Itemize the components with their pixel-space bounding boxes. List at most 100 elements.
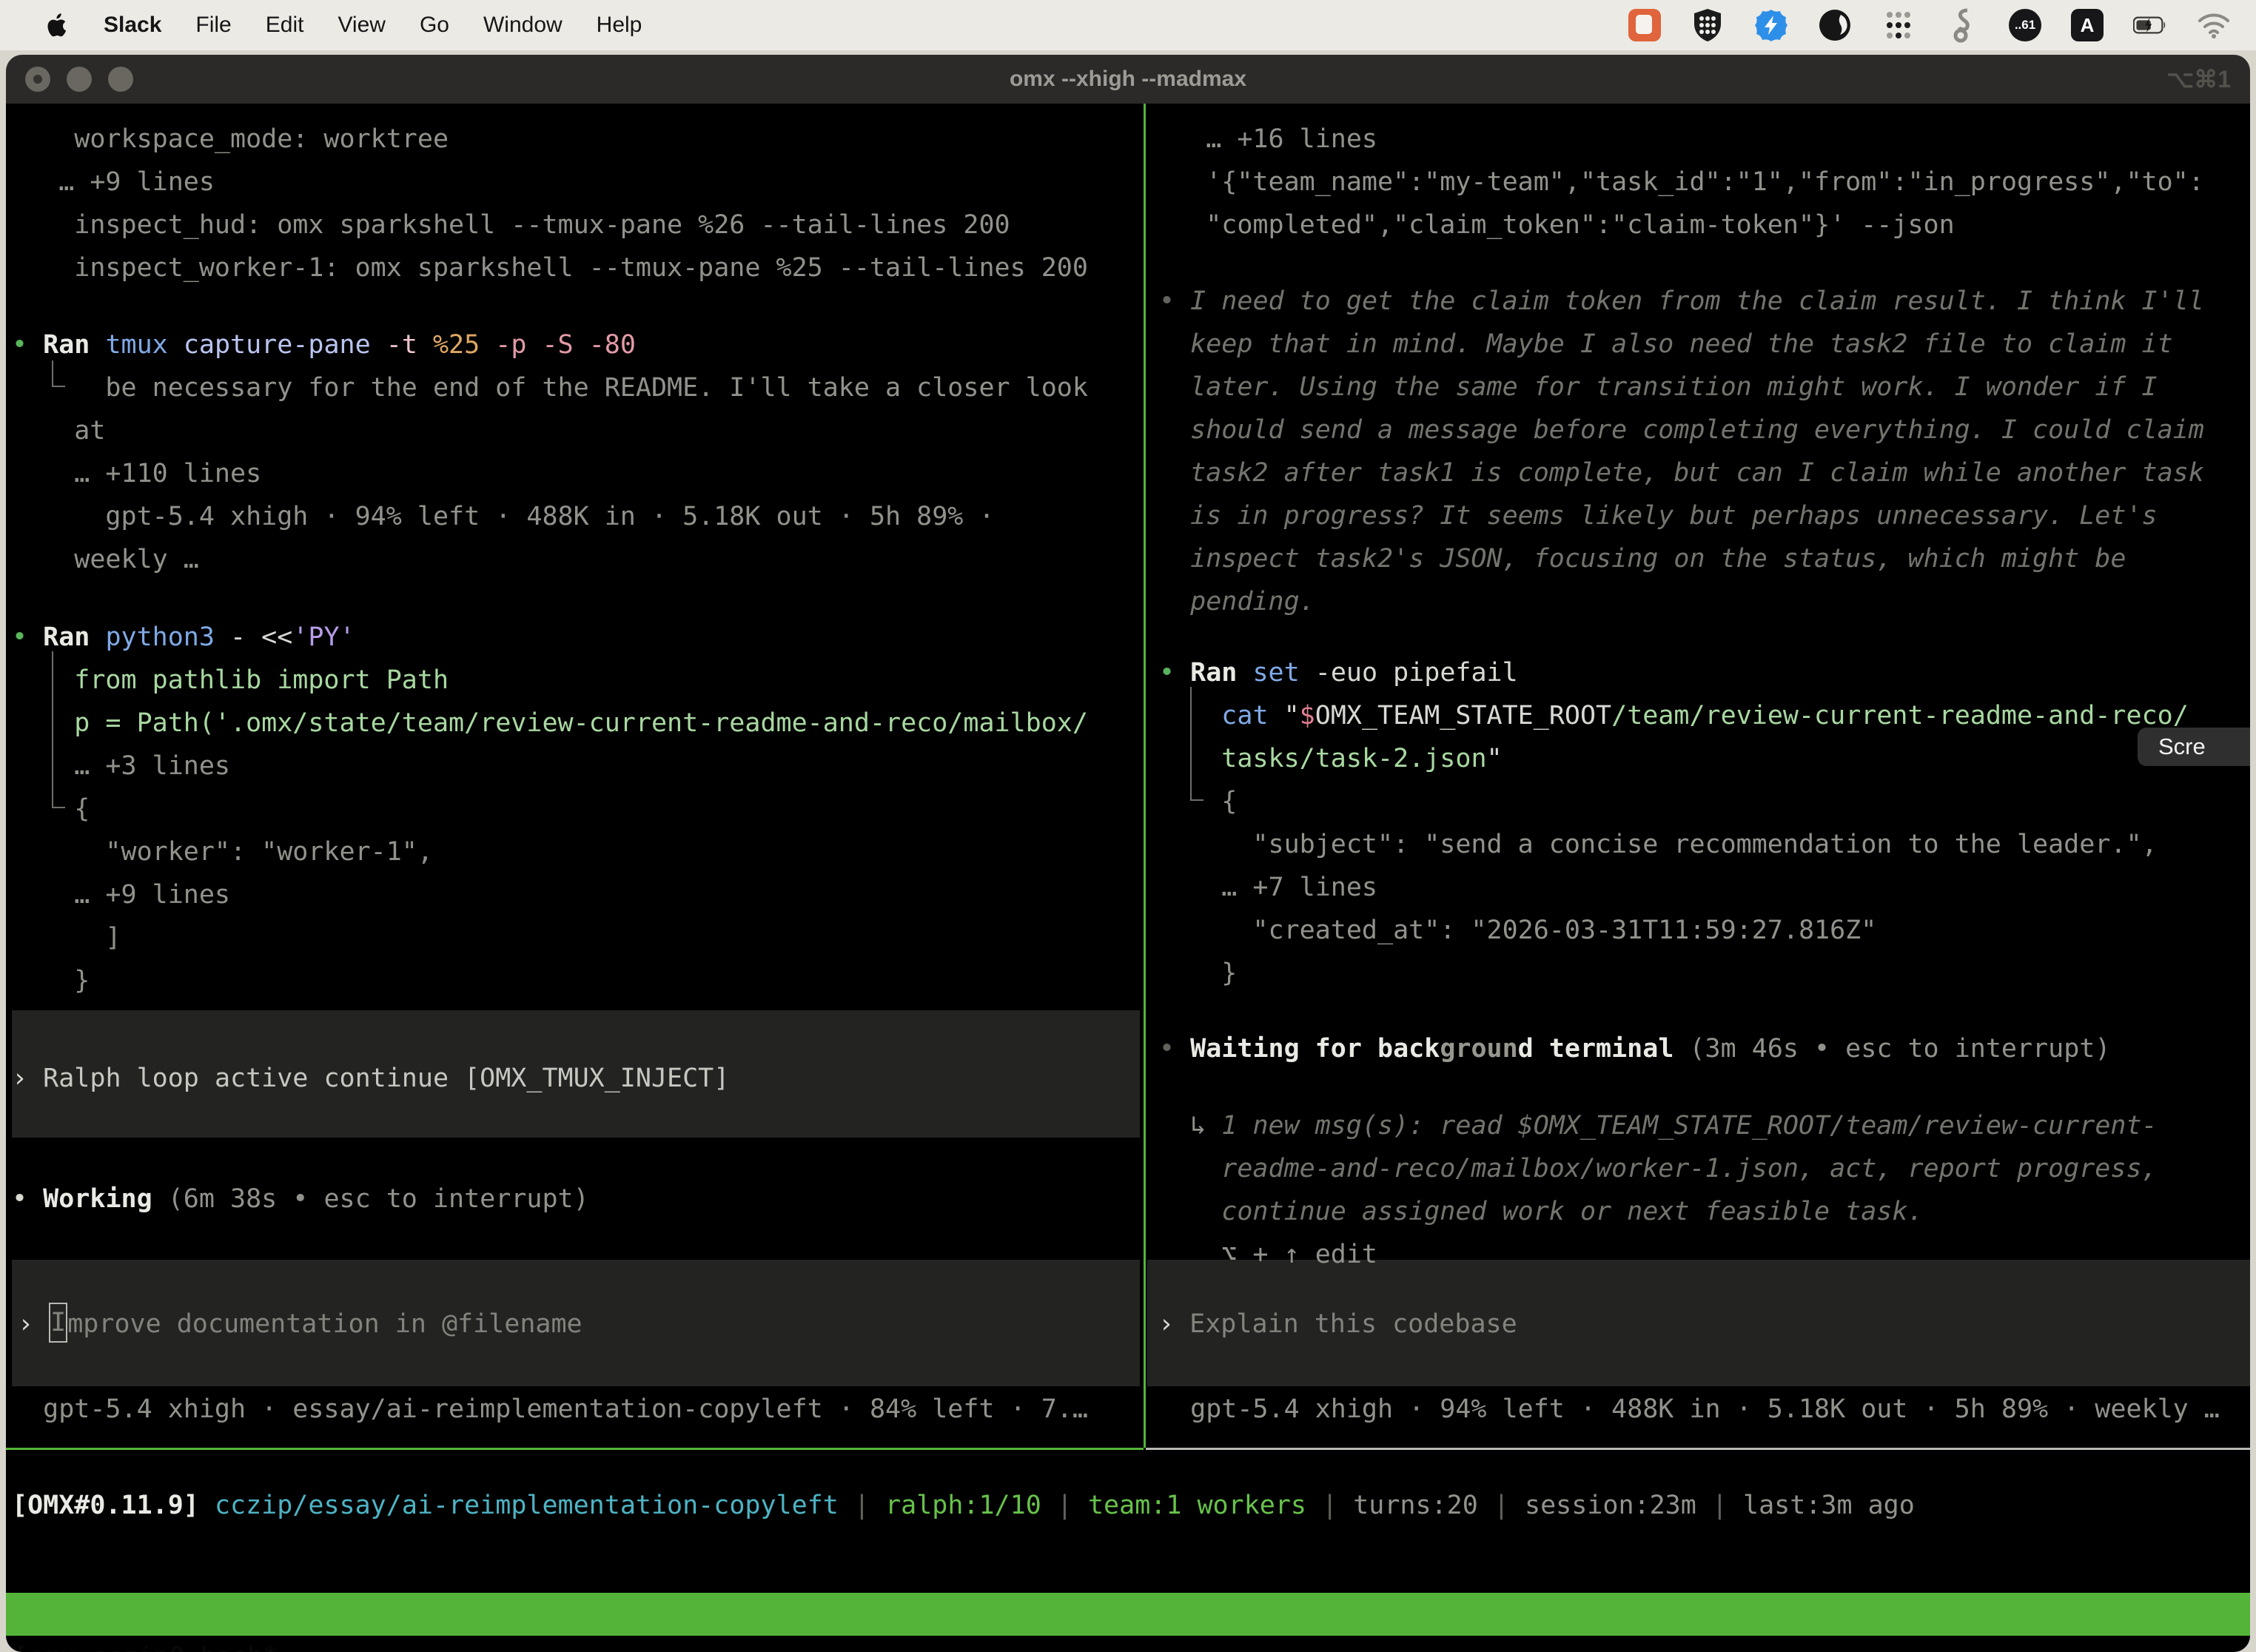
text-segment xyxy=(199,1491,215,1520)
window-title: omx --xhigh --madmax xyxy=(6,67,2250,92)
bolt-messenger-icon[interactable] xyxy=(1754,8,1788,42)
terminal-line: cat "$OMX_TEAM_STATE_ROOT/team/review-cu… xyxy=(1159,694,2250,737)
terminal-line: ] xyxy=(12,916,1144,959)
text-segment: • xyxy=(12,1184,43,1214)
left-pane-bottom-border xyxy=(6,1448,1144,1450)
output-connector xyxy=(1190,687,1203,801)
right-input-placeholder: Explain this codebase xyxy=(1189,1309,1517,1339)
menu-go[interactable]: Go xyxy=(420,13,449,38)
text-segment: (3m 46s • esc to interrupt) xyxy=(1689,1034,2110,1064)
terminal-line: gpt-5.4 xhigh · 94% left · 488K in · 5.1… xyxy=(1159,1388,2250,1431)
menu-file[interactable]: File xyxy=(195,13,231,38)
battery-icon[interactable] xyxy=(2133,8,2167,42)
output-connector xyxy=(52,360,65,387)
grid-shield-icon[interactable] xyxy=(1691,8,1725,42)
text-segment: | xyxy=(1696,1491,1743,1520)
text-segment: '{"team_name":"my-team","task_id":"1","f… xyxy=(1159,167,2204,197)
text-segment: • xyxy=(1159,1034,1190,1064)
terminal-line: } xyxy=(12,959,1144,1002)
text-segment: "subject": "send a concise recommendatio… xyxy=(1159,830,2158,859)
crescent-icon[interactable] xyxy=(1818,8,1852,42)
terminal-line: pending. xyxy=(1159,580,2250,623)
run-cat-block: • Ran set -euo pipefail cat "$OMX_TEAM_S… xyxy=(1159,651,2250,995)
dots-grid-icon[interactable] xyxy=(1881,8,1916,42)
apple-menu-icon[interactable] xyxy=(47,12,70,38)
text-segment: "completed","claim_token":"claim-token"}… xyxy=(1159,210,1955,240)
right-scrollback: … +16 lines '{"team_name":"my-team","tas… xyxy=(1159,118,2250,246)
terminal-line: is in progress? It seems likely but perh… xyxy=(1159,494,2250,537)
terminal-line: … +9 lines xyxy=(12,873,1144,916)
left-pane[interactable]: workspace_mode: worktree … +9 lines insp… xyxy=(6,104,1144,1448)
terminal: workspace_mode: worktree … +9 lines insp… xyxy=(6,104,2250,1652)
tmux-session-name: [omx-cczip0:bash* xyxy=(13,1636,278,1652)
terminal-line: at xyxy=(12,409,1144,452)
text-segment: $ xyxy=(1300,701,1315,731)
terminal-line: task2 after task1 is complete, but can I… xyxy=(1159,451,2250,494)
right-pane[interactable]: … +16 lines '{"team_name":"my-team","tas… xyxy=(1146,104,2250,1448)
menu-app-name[interactable]: Slack xyxy=(104,13,161,38)
text-segment: ↳ xyxy=(1159,1111,1221,1141)
terminal-line: tasks/task-2.json" xyxy=(1159,737,2250,780)
terminal-line: "completed","claim_token":"claim-token"}… xyxy=(1159,204,2250,246)
terminal-line: … +3 lines xyxy=(12,745,1144,788)
text-segment: › xyxy=(12,1064,43,1093)
menu-help[interactable]: Help xyxy=(597,13,642,38)
terminal-line: • Ran python3 - <<'PY' xyxy=(12,616,1144,659)
input-source-icon[interactable]: A xyxy=(2071,9,2104,41)
text-segment: /team/review-current-readme-and-reco/ xyxy=(1611,701,2189,731)
terminal-line: later. Using the same for transition mig… xyxy=(1159,366,2250,409)
terminal-line: ⌥ + ↑ edit xyxy=(1159,1233,2250,1276)
terminal-line: from pathlib import Path xyxy=(12,659,1144,702)
text-segment: | xyxy=(1478,1491,1525,1520)
text-segment: | xyxy=(1306,1491,1353,1520)
text-segment: gpt-5.4 xhigh · 94% left · 488K in · 5.1… xyxy=(12,502,995,531)
terminal-line: "subject": "send a concise recommendatio… xyxy=(1159,823,2250,866)
hook-icon[interactable] xyxy=(1945,8,1979,42)
text-segment: OMX_TEAM_STATE_ROOT xyxy=(1315,701,1611,731)
omx-status-line: [OMX#0.11.9] cczip/essay/ai-reimplementa… xyxy=(12,1484,1915,1527)
text-segment: session:23m xyxy=(1525,1491,1696,1520)
prompt-chevron: › xyxy=(18,1309,49,1339)
terminal-line: weekly … xyxy=(12,538,1144,581)
terminal-line: • Ran tmux capture-pane -t %25 -p -S -80 xyxy=(12,323,1144,366)
wifi-icon[interactable] xyxy=(2197,8,2231,42)
menu-window[interactable]: Window xyxy=(483,13,563,38)
text-cursor: I xyxy=(49,1303,67,1343)
text-segment: … +3 lines xyxy=(12,751,230,781)
menu-edit[interactable]: Edit xyxy=(266,13,304,38)
text-segment: keep that in mind. Maybe I also need the… xyxy=(1159,329,2173,359)
left-session-status: gpt-5.4 xhigh · essay/ai-reimplementatio… xyxy=(12,1388,1144,1431)
text-segment: capture-pane xyxy=(184,330,386,360)
text-segment: task2 after task1 is complete, but can I… xyxy=(1159,458,2204,488)
text-segment: 1 new msg(s): read $OMX_TEAM_STATE_ROOT/… xyxy=(1221,1111,2157,1141)
badge-61-icon[interactable]: ..61 xyxy=(2009,9,2041,41)
right-prompt-input[interactable]: › Explain this codebase xyxy=(1158,1303,1517,1346)
text-segment: -p -S -80 xyxy=(495,330,636,360)
text-segment: " xyxy=(1284,701,1300,731)
left-prompt-input[interactable]: › Improve documentation in @filename xyxy=(18,1303,583,1346)
text-segment: Ran xyxy=(1190,658,1252,688)
text-segment: last:3m ago xyxy=(1743,1491,1915,1520)
text-segment: } xyxy=(1159,958,1237,988)
text-segment: p = Path('.omx/state/team/review-current… xyxy=(12,708,1088,738)
text-segment: [OMX#0.11.9] xyxy=(12,1491,199,1520)
terminal-line: '{"team_name":"my-team","task_id":"1","f… xyxy=(1159,161,2250,204)
terminal-line: readme-and-reco/mailbox/worker-1.json, a… xyxy=(1159,1147,2250,1190)
macos-menu-bar: Slack File Edit View Go Window Help ..61… xyxy=(0,0,2256,50)
text-segment: continue assigned work or next feasible … xyxy=(1159,1197,1924,1226)
terminal-line: • Working (6m 38s • esc to interrupt) xyxy=(12,1178,1144,1220)
text-segment: Waiting for back xyxy=(1190,1034,1440,1064)
text-segment: cat xyxy=(1221,701,1283,731)
terminal-line: should send a message before completing … xyxy=(1159,409,2250,451)
terminal-line: } xyxy=(1159,952,2250,995)
menu-view[interactable]: View xyxy=(338,13,385,38)
notes-app-icon[interactable] xyxy=(1628,9,1661,41)
pane-divider[interactable] xyxy=(1144,104,1146,1448)
text-segment: later. Using the same for transition mig… xyxy=(1159,372,2158,402)
terminal-line: "worker": "worker-1", xyxy=(12,830,1144,873)
text-segment: readme-and-reco/mailbox/worker-1.json, a… xyxy=(1159,1154,2158,1183)
text-segment: -euo pipefail xyxy=(1315,658,1518,688)
terminal-line: … +7 lines xyxy=(1159,866,2250,909)
text-segment: inspect task2's JSON, focusing on the st… xyxy=(1159,544,2126,574)
text-segment: … +16 lines xyxy=(1159,124,1377,154)
